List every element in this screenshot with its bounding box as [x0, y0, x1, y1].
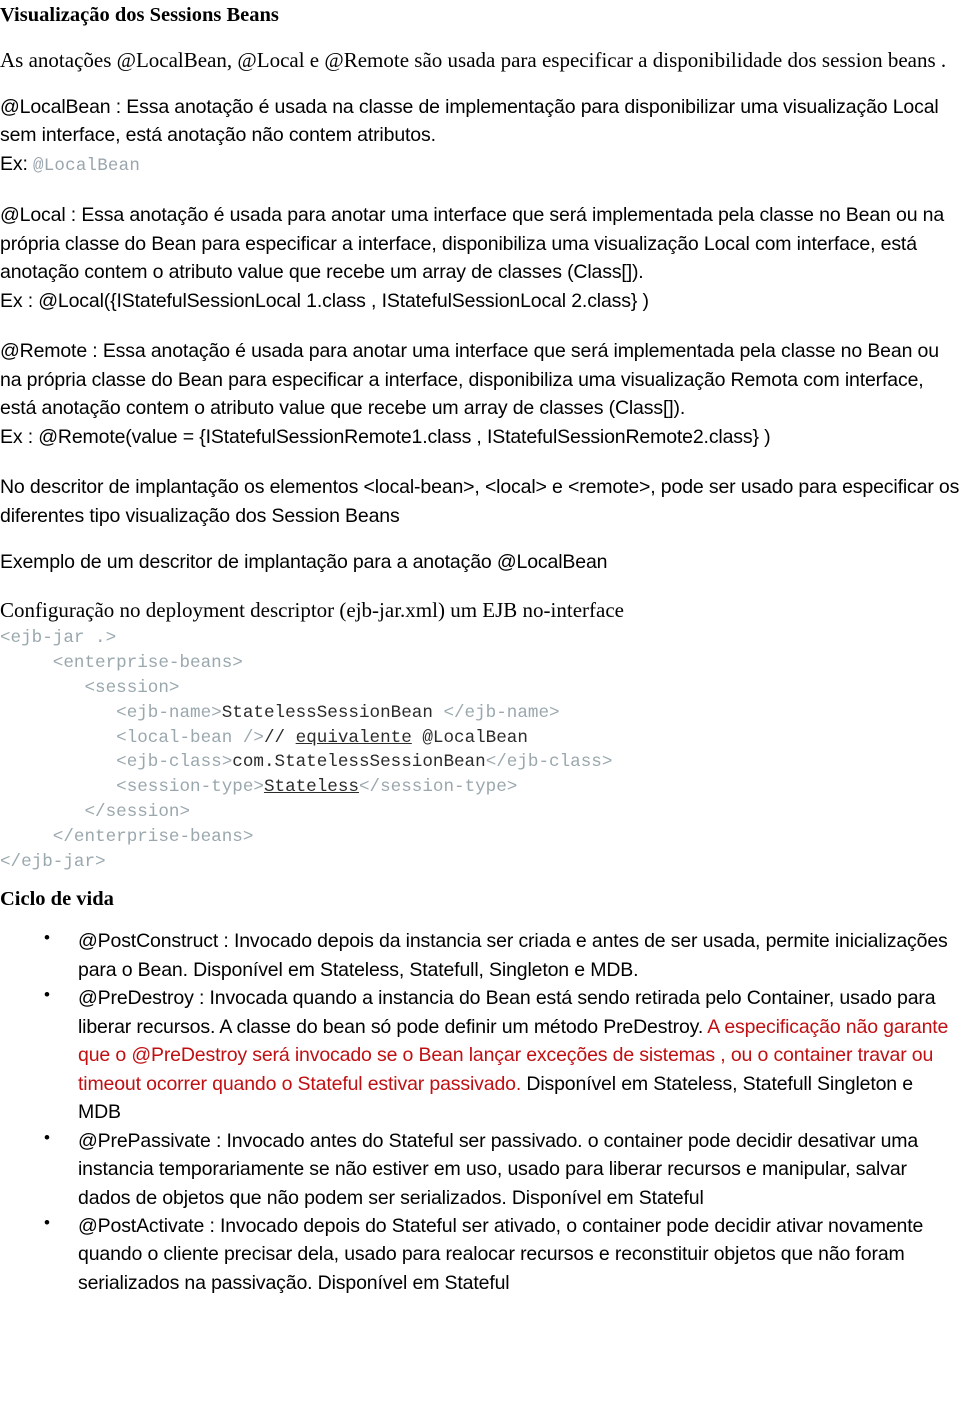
lifecycle-list: @PostConstruct : Invocado depois da inst…: [0, 926, 960, 1297]
lifecycle-item-text: @PostActivate : Invocado depois do State…: [78, 1215, 924, 1294]
lifecycle-item: @PreDestroy : Invocada quando a instanci…: [0, 983, 960, 1126]
local-example: Ex : @Local({IStatefulSessionLocal 1.cla…: [0, 289, 649, 312]
code-segment: <ejb-class>: [0, 752, 233, 773]
code-segment: </session-type>: [358, 777, 518, 798]
code-segment: Stateless: [263, 777, 359, 798]
intro-paragraph: As anotações @LocalBean, @Local e @Remot…: [0, 47, 947, 72]
code-segment: //: [263, 727, 296, 748]
lifecycle-item-text: @PrePassivate : Invocado antes do Statef…: [78, 1129, 919, 1209]
lifecycle-item: @PrePassivate : Invocado antes do Statef…: [0, 1126, 960, 1212]
document-page: Visualização dos Sessions Beans As anota…: [0, 0, 960, 1297]
code-line: <ejb-jar .>: [0, 626, 960, 651]
code-segment: </ejb-jar>: [0, 851, 106, 872]
code-line: <session>: [0, 676, 960, 701]
code-line: <local-bean />// equivalente @LocalBean: [0, 726, 960, 751]
descriptor-example-intro: Exemplo de um descritor de implantação p…: [0, 551, 608, 574]
code-line: <enterprise-beans>: [0, 651, 960, 676]
code-segment: <ejb-name>: [0, 702, 222, 723]
localbean-ex-code: @LocalBean: [33, 155, 141, 176]
code-segment: <enterprise-beans>: [0, 653, 243, 674]
localbean-paragraph: @LocalBean : Essa anotação é usada na cl…: [0, 95, 939, 147]
code-segment: StatelessSessionBean: [221, 702, 444, 723]
lifecycle-item: @PostConstruct : Invocado depois da inst…: [0, 926, 960, 984]
localbean-example-line: Ex: @LocalBean: [0, 150, 960, 180]
descriptor-note: No descritor de implantação os elementos…: [0, 476, 960, 527]
code-segment: <session-type>: [0, 777, 264, 798]
page-title: Visualização dos Sessions Beans: [0, 4, 279, 26]
remote-example: Ex : @Remote(value = {IStatefulSessionRe…: [0, 425, 771, 448]
code-line: </enterprise-beans>: [0, 825, 960, 850]
code-segment: <local-bean />: [0, 727, 264, 748]
code-segment: </session>: [0, 801, 191, 822]
code-line: </ejb-jar>: [0, 850, 960, 875]
code-line: <session-type>Stateless</session-type>: [0, 775, 960, 800]
code-segment: <ejb-jar .>: [0, 628, 117, 649]
code-line: <ejb-name>StatelessSessionBean </ejb-nam…: [0, 701, 960, 726]
code-segment: equivalente: [295, 727, 412, 748]
code-line: <ejb-class>com.StatelessSessionBean</ejb…: [0, 750, 960, 775]
local-paragraph: @Local : Essa anotação é usada para anot…: [0, 204, 945, 284]
code-segment: </ejb-name>: [443, 702, 560, 723]
code-segment: </enterprise-beans>: [0, 826, 254, 847]
xml-code-block: <ejb-jar .> <enterprise-beans> <session>…: [0, 626, 960, 874]
lifecycle-heading: Ciclo de vida: [0, 888, 114, 911]
config-heading: Configuração no deployment descriptor (e…: [0, 597, 624, 622]
localbean-ex-label: Ex:: [0, 152, 28, 175]
remote-paragraph: @Remote : Essa anotação é usada para ano…: [0, 340, 939, 420]
code-segment: com.StatelessSessionBean: [232, 752, 486, 773]
code-line: </session>: [0, 800, 960, 825]
code-segment: <session>: [0, 678, 180, 698]
code-segment: @LocalBean: [411, 727, 528, 748]
lifecycle-item-text: @PostConstruct : Invocado depois da inst…: [78, 930, 948, 981]
code-segment: </ejb-class>: [485, 752, 613, 773]
lifecycle-item: @PostActivate : Invocado depois do State…: [0, 1211, 960, 1297]
